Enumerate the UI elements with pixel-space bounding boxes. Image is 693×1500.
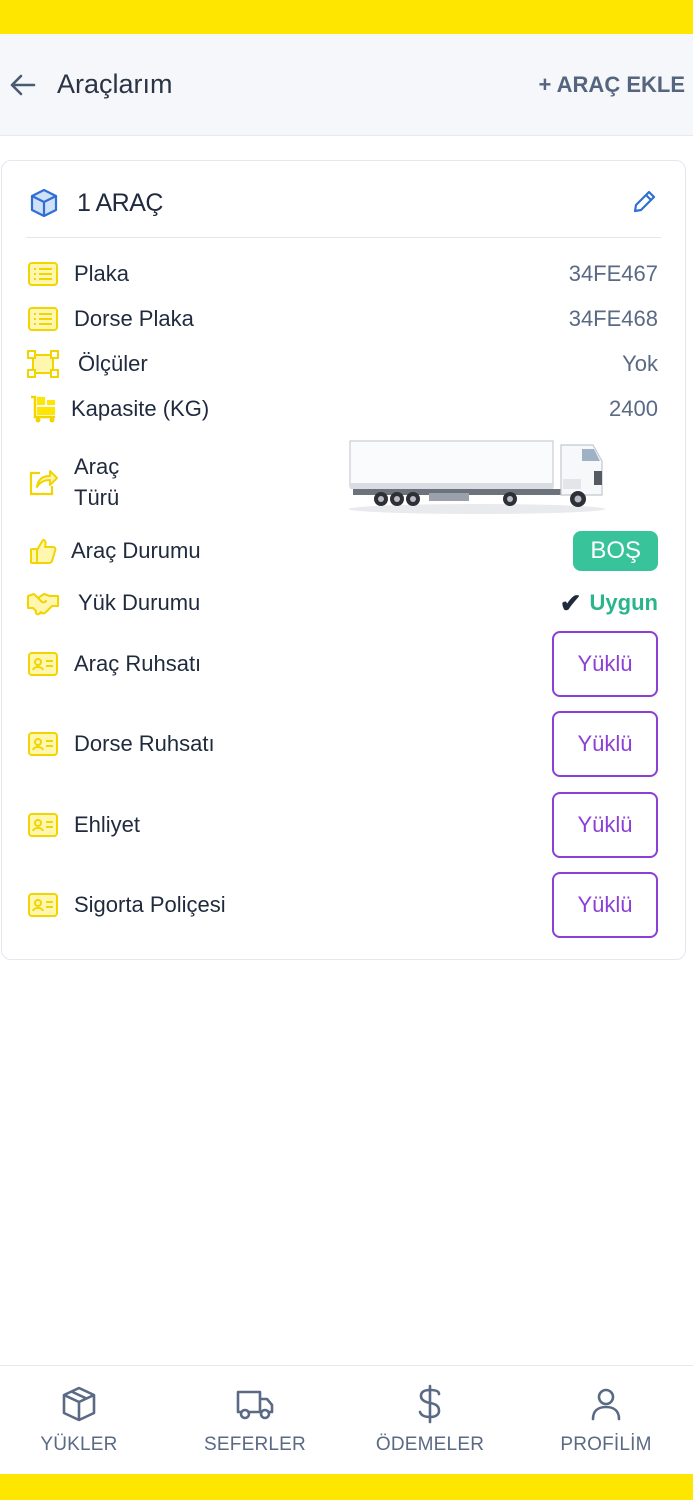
id-card-icon	[26, 808, 60, 842]
vehicle-type-label: Araç Türü	[74, 451, 119, 513]
page-title: Araçlarım	[57, 69, 173, 99]
field-row-plate: Plaka 34FE467	[26, 257, 658, 291]
card-divider	[26, 237, 661, 238]
doc-label: Araç Ruhsatı	[74, 651, 202, 676]
list-icon	[26, 302, 60, 336]
field-row-load-status: Yük Durumu ✔ Uygun	[26, 586, 658, 620]
status-bar	[0, 0, 693, 34]
doc-row-vehicle-license: Araç Ruhsatı Yüklü	[26, 631, 658, 697]
field-label: Plaka	[74, 261, 130, 286]
dollar-icon	[410, 1384, 450, 1424]
field-label: Kapasite (KG)	[71, 396, 210, 421]
field-row-trailer-plate: Dorse Plaka 34FE468	[26, 302, 658, 336]
doc-row-drivers-license: Ehliyet Yüklü	[26, 792, 658, 858]
nav-label: PROFİLİM	[560, 1434, 652, 1455]
id-card-icon	[26, 647, 60, 681]
list-icon	[26, 257, 60, 291]
id-card-icon	[26, 727, 60, 761]
nav-label: SEFERLER	[204, 1434, 306, 1455]
upload-status-button[interactable]: Yüklü	[552, 631, 658, 697]
card-header: 1 ARAÇ	[26, 183, 163, 223]
doc-row-insurance-policy: Sigorta Poliçesi Yüklü	[26, 872, 658, 938]
field-value: 2400	[609, 396, 658, 421]
vehicle-type-label-line1: Araç	[74, 454, 120, 479]
vehicle-card: 1 ARAÇ Plaka 34FE467 Dorse Plaka 34FE468	[1, 160, 686, 960]
field-value: 34FE467	[568, 261, 658, 286]
field-label: Ölçüler	[78, 351, 148, 376]
nav-item-trips[interactable]: SEFERLER	[180, 1384, 330, 1464]
check-icon: ✔	[559, 587, 582, 618]
thumbs-up-icon	[26, 534, 60, 568]
field-row-capacity: Kapasite (KG) 2400	[26, 392, 658, 426]
field-label: Araç Durumu	[71, 538, 201, 563]
nav-item-loads[interactable]: YÜKLER	[4, 1384, 154, 1464]
nav-item-profile[interactable]: PROFİLİM	[531, 1384, 681, 1464]
load-status-text: Uygun	[589, 590, 658, 615]
bottom-navigation: YÜKLER SEFERLER ÖDEMELER PROFİLİM	[0, 1365, 693, 1474]
box-icon	[59, 1384, 99, 1424]
status-badge: BOŞ	[573, 531, 658, 571]
doc-label: Sigorta Poliçesi	[74, 892, 226, 917]
id-card-icon	[26, 888, 60, 922]
field-row-vehicle-status: Araç Durumu BOŞ	[26, 531, 658, 571]
truck-icon	[235, 1384, 275, 1424]
share-icon	[26, 465, 60, 499]
back-button[interactable]	[6, 66, 38, 104]
user-icon	[586, 1384, 626, 1424]
arrow-left-icon	[10, 74, 36, 96]
nav-label: ÖDEMELER	[375, 1434, 485, 1455]
nav-label: YÜKLER	[40, 1434, 118, 1455]
field-label: Dorse Plaka	[74, 306, 194, 331]
add-vehicle-button[interactable]: + ARAÇ EKLE	[539, 72, 685, 98]
load-status-value: ✔ Uygun	[560, 588, 658, 619]
doc-label: Ehliyet	[74, 812, 141, 837]
nav-item-payments[interactable]: ÖDEMELER	[355, 1384, 505, 1464]
field-row-dimensions: Ölçüler Yok	[26, 347, 658, 381]
cube-icon	[26, 185, 62, 221]
app-header: Araçlarım + ARAÇ EKLE	[0, 34, 693, 136]
edit-button[interactable]	[627, 185, 661, 219]
dimensions-icon	[26, 347, 60, 381]
handshake-icon	[26, 586, 60, 620]
truck-image	[347, 439, 609, 519]
doc-row-trailer-license: Dorse Ruhsatı Yüklü	[26, 711, 658, 777]
bottom-accent-bar	[0, 1474, 693, 1500]
cart-icon	[26, 392, 60, 426]
pencil-icon	[633, 190, 656, 213]
field-label: Yük Durumu	[78, 590, 201, 615]
field-value: 34FE468	[568, 306, 658, 331]
doc-label: Dorse Ruhsatı	[74, 731, 215, 756]
upload-status-button[interactable]: Yüklü	[552, 872, 658, 938]
vehicle-count-title: 1 ARAÇ	[77, 188, 163, 217]
vehicle-type-label-line2: Türü	[74, 485, 120, 510]
field-value: Yok	[622, 351, 658, 376]
upload-status-button[interactable]: Yüklü	[552, 711, 658, 777]
upload-status-button[interactable]: Yüklü	[552, 792, 658, 858]
